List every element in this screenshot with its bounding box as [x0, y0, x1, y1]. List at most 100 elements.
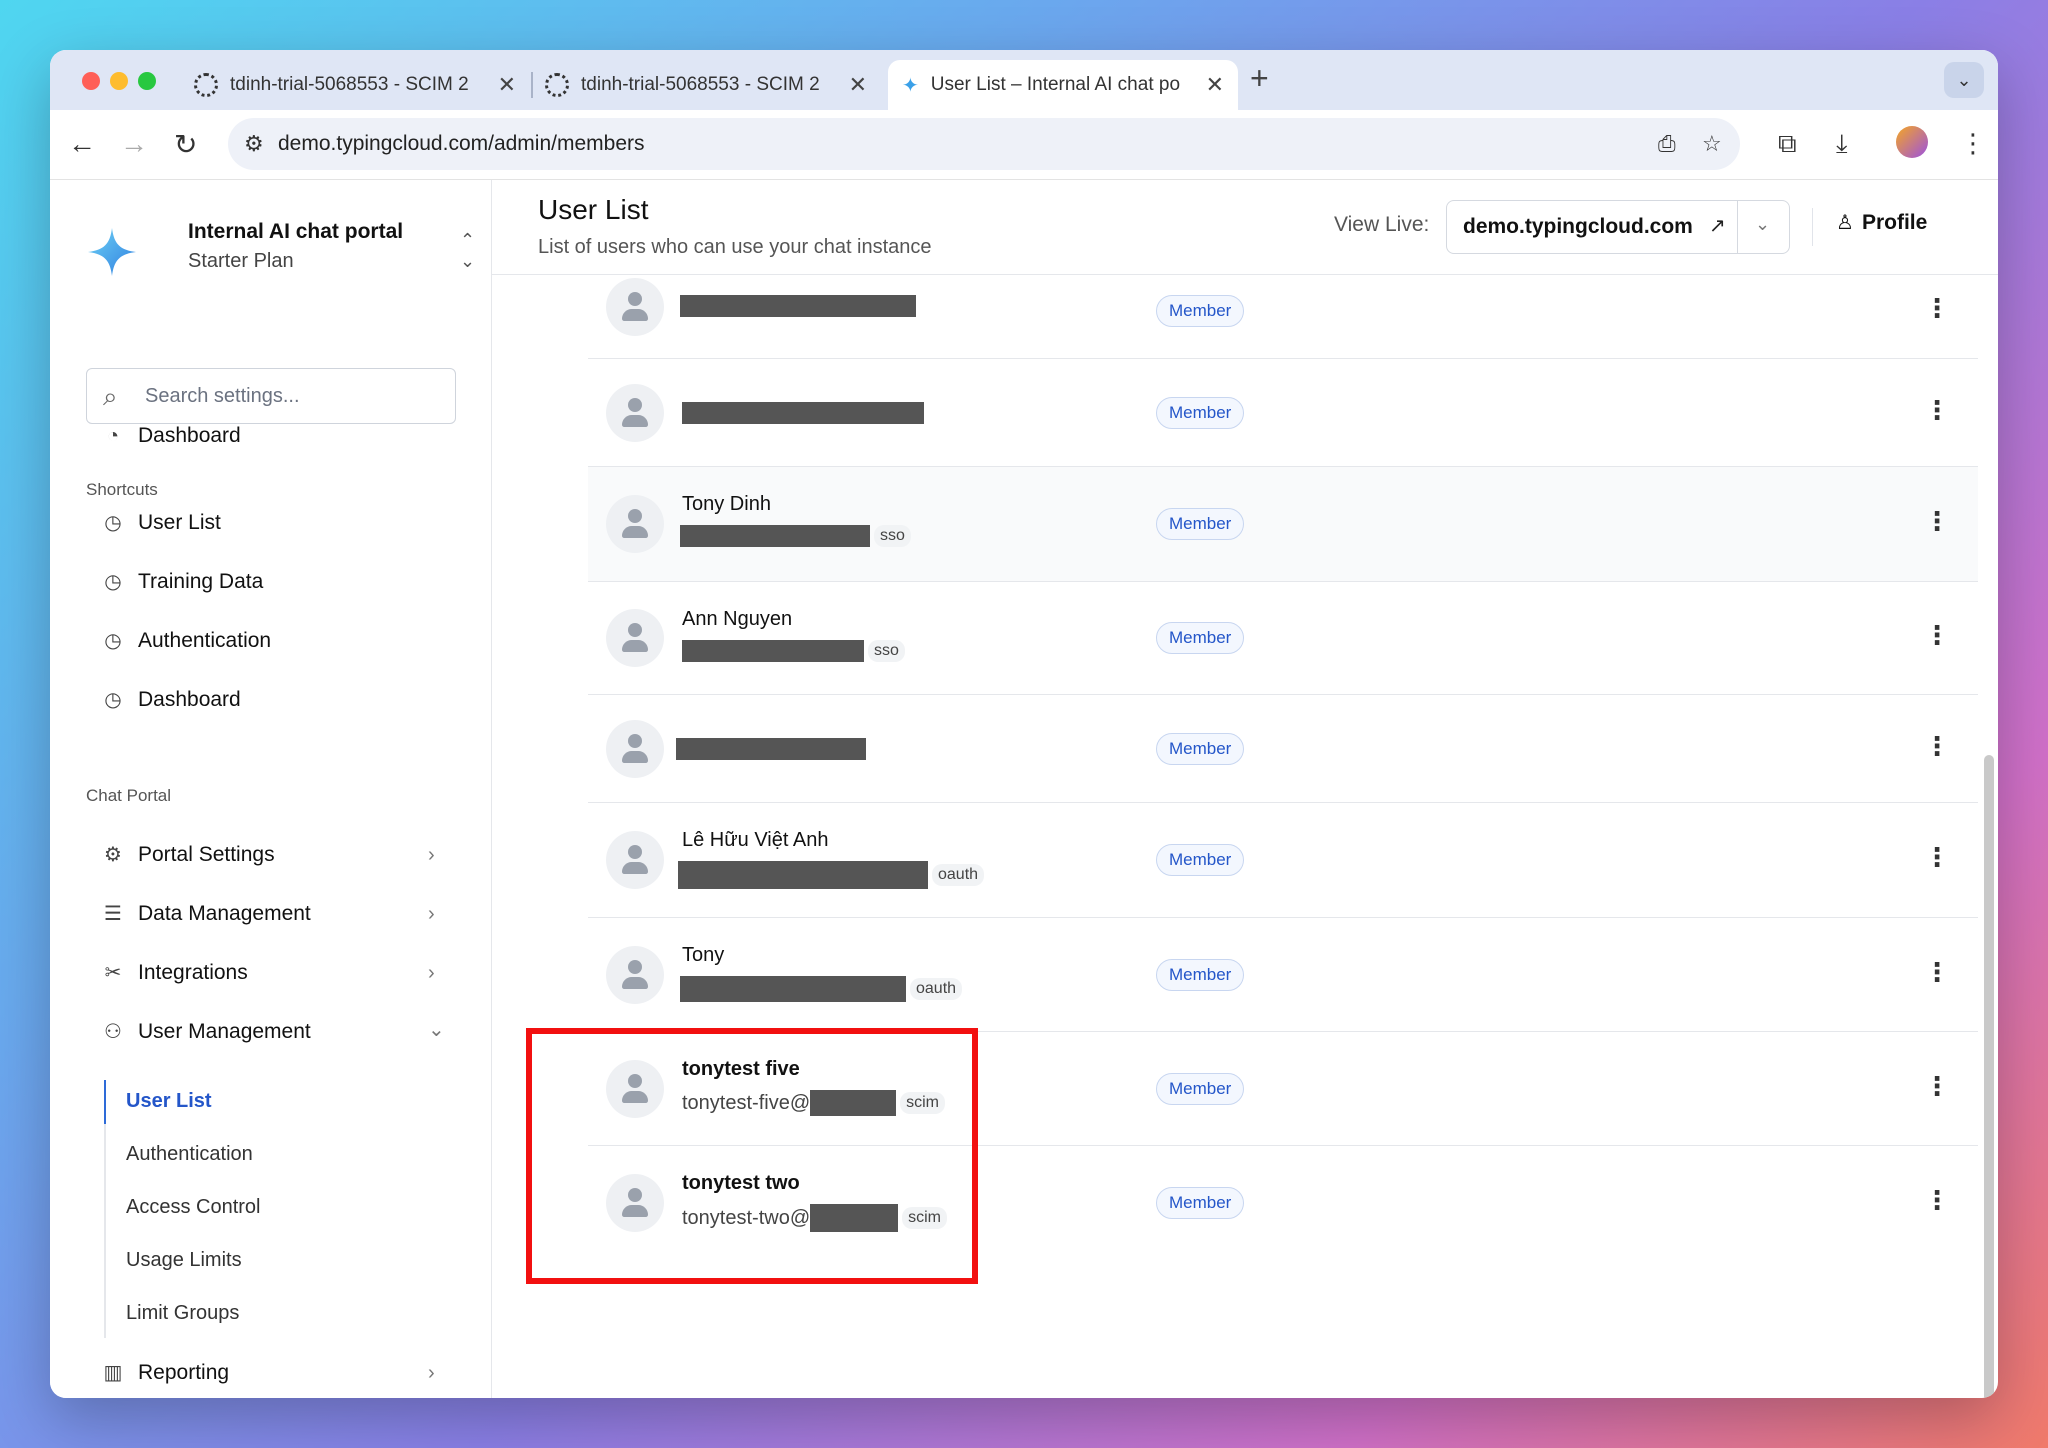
- chevron-right-icon: ›: [428, 1362, 435, 1384]
- org-plan: Starter Plan: [188, 250, 294, 272]
- org-switcher[interactable]: Internal AI chat portal Starter Plan ⌃ ⌄: [88, 220, 475, 280]
- extensions-icon[interactable]: ⧉: [1778, 128, 1797, 160]
- star-icon[interactable]: ☆: [1702, 131, 1722, 157]
- nav-item-dashboard[interactable]: ◔ Dashboard: [98, 424, 241, 448]
- table-row[interactable]: Tony oauth Member ⋮: [588, 918, 1978, 1032]
- submenu-usage-limits[interactable]: Usage Limits: [126, 1249, 242, 1272]
- profile-button[interactable]: ♙ Profile: [1836, 210, 1927, 235]
- more-vertical-icon[interactable]: ⋮: [1924, 293, 1950, 324]
- user-icon: ♙: [1836, 212, 1854, 234]
- nav-item-portal-settings[interactable]: ⚙ Portal Settings: [98, 842, 275, 867]
- reload-icon[interactable]: ↻: [174, 128, 197, 161]
- tab-search-button[interactable]: ⌄: [1944, 62, 1984, 98]
- table-row[interactable]: Tony Dinh sso Member ⋮: [588, 467, 1978, 582]
- submenu-user-list[interactable]: User List: [126, 1090, 212, 1113]
- user-email: [682, 402, 924, 424]
- browser-tab[interactable]: tdinh-trial-5068553 - SCIM 2 ✕: [180, 60, 530, 110]
- table-row[interactable]: Member ⋮: [588, 359, 1978, 467]
- user-email: sso: [682, 640, 905, 662]
- maximize-window-button[interactable]: [138, 72, 156, 90]
- redacted-text: [680, 295, 916, 317]
- role-badge: Member: [1156, 295, 1245, 327]
- new-tab-button[interactable]: +: [1250, 60, 1269, 97]
- close-icon[interactable]: ✕: [849, 72, 867, 98]
- browser-tab[interactable]: tdinh-trial-5068553 - SCIM 2 ✕: [531, 60, 881, 110]
- scrollbar[interactable]: [1984, 755, 1994, 1398]
- nav-label: Portal Settings: [138, 842, 275, 866]
- shortcut-authentication[interactable]: ◷ Authentication: [98, 628, 271, 653]
- close-icon[interactable]: ✕: [1206, 72, 1224, 98]
- provider-tag: oauth: [910, 978, 963, 1000]
- role-badge: Member: [1156, 959, 1245, 991]
- submenu-limit-groups[interactable]: Limit Groups: [126, 1302, 239, 1325]
- back-arrow-icon[interactable]: ←: [68, 128, 96, 160]
- close-icon[interactable]: ✕: [498, 72, 516, 98]
- divider: [1812, 208, 1813, 246]
- more-vertical-icon[interactable]: ⋮: [1924, 957, 1950, 988]
- role-badge: Member: [1156, 508, 1245, 540]
- browser-profile-avatar[interactable]: [1896, 126, 1928, 158]
- search-input[interactable]: ⌕ Search settings...: [86, 368, 456, 424]
- search-placeholder: Search settings...: [145, 384, 300, 407]
- more-vertical-icon[interactable]: ⋮: [1924, 395, 1950, 426]
- search-icon: ⌕: [103, 381, 118, 411]
- more-vertical-icon[interactable]: ⋮: [1924, 842, 1950, 873]
- nav-item-reporting[interactable]: ▥ Reporting: [98, 1360, 230, 1385]
- user-email: oauth: [678, 861, 985, 889]
- forward-arrow-icon[interactable]: →: [120, 128, 148, 160]
- clock-icon: ◷: [104, 512, 122, 534]
- submenu-access-control[interactable]: Access Control: [126, 1196, 261, 1219]
- redacted-text: [676, 738, 866, 760]
- shortcut-training-data[interactable]: ◷ Training Data: [98, 569, 263, 594]
- browser-tab-active[interactable]: ✦ User List – Internal AI chat po ✕: [888, 60, 1238, 110]
- chevron-down-icon: ⌄: [428, 1019, 445, 1041]
- more-vertical-icon[interactable]: ⋮: [1924, 1185, 1950, 1216]
- bar-chart-icon: ▥: [103, 1362, 123, 1384]
- more-vertical-icon[interactable]: ⋮: [1924, 506, 1950, 537]
- url-field[interactable]: ⚙ demo.typingcloud.com/admin/members ⎙ ☆: [228, 118, 1740, 170]
- users-icon: ⚇: [104, 1021, 122, 1043]
- site-settings-icon[interactable]: ⚙: [244, 131, 264, 157]
- redacted-text: [680, 976, 906, 1002]
- section-label-shortcuts: Shortcuts: [86, 480, 158, 499]
- download-icon[interactable]: ⤓: [1836, 128, 1848, 160]
- view-live-label: View Live:: [1334, 213, 1430, 236]
- chevron-up-down-icon[interactable]: ⌃ ⌄: [460, 230, 475, 272]
- redacted-text: [680, 525, 870, 547]
- browser-window: tdinh-trial-5068553 - SCIM 2 ✕ tdinh-tri…: [50, 50, 1998, 1398]
- profile-label: Profile: [1861, 210, 1928, 234]
- view-live-link[interactable]: demo.typingcloud.com: [1463, 215, 1693, 239]
- install-app-icon[interactable]: ⎙: [1658, 131, 1676, 157]
- chevron-down-icon[interactable]: ⌄: [1755, 214, 1770, 235]
- avatar: [606, 946, 664, 1004]
- more-vertical-icon[interactable]: ⋮: [1924, 620, 1950, 651]
- shortcut-user-list[interactable]: ◷ User List: [98, 510, 221, 535]
- nav-label: Data Management: [138, 901, 311, 925]
- gear-icon: [545, 73, 569, 97]
- table-row[interactable]: Ann Nguyen sso Member ⋮: [588, 582, 1978, 695]
- user-name: Tony: [682, 944, 725, 966]
- table-row[interactable]: Lê Hữu Việt Anh oauth Member ⋮: [588, 803, 1978, 918]
- more-menu-icon[interactable]: ⋮: [1960, 128, 1986, 159]
- nav-item-user-management[interactable]: ⚇ User Management: [98, 1019, 311, 1044]
- nav-item-integrations[interactable]: ✂ Integrations: [98, 960, 248, 985]
- section-label-chat-portal: Chat Portal: [86, 786, 172, 805]
- table-row[interactable]: Member ⋮: [588, 695, 1978, 803]
- more-vertical-icon[interactable]: ⋮: [1924, 731, 1950, 762]
- clock-icon: ◷: [104, 689, 122, 711]
- nav-label: Integrations: [138, 960, 248, 984]
- nav-item-data-management[interactable]: ☰ Data Management: [98, 901, 311, 926]
- submenu-authentication[interactable]: Authentication: [126, 1143, 253, 1166]
- external-link-icon[interactable]: ↗: [1709, 213, 1726, 238]
- tab-title: tdinh-trial-5068553 - SCIM 2: [230, 74, 469, 95]
- more-vertical-icon[interactable]: ⋮: [1924, 1071, 1950, 1102]
- shortcut-dashboard[interactable]: ◷ Dashboard: [98, 687, 240, 712]
- page-subtitle: List of users who can use your chat inst…: [538, 236, 932, 258]
- minimize-window-button[interactable]: [110, 72, 128, 90]
- gear-icon: [194, 73, 218, 97]
- org-name: Internal AI chat portal: [188, 220, 404, 243]
- table-row[interactable]: Member ⋮: [588, 275, 1978, 359]
- page-title: User List: [538, 194, 649, 225]
- close-window-button[interactable]: [82, 72, 100, 90]
- avatar: [606, 831, 664, 889]
